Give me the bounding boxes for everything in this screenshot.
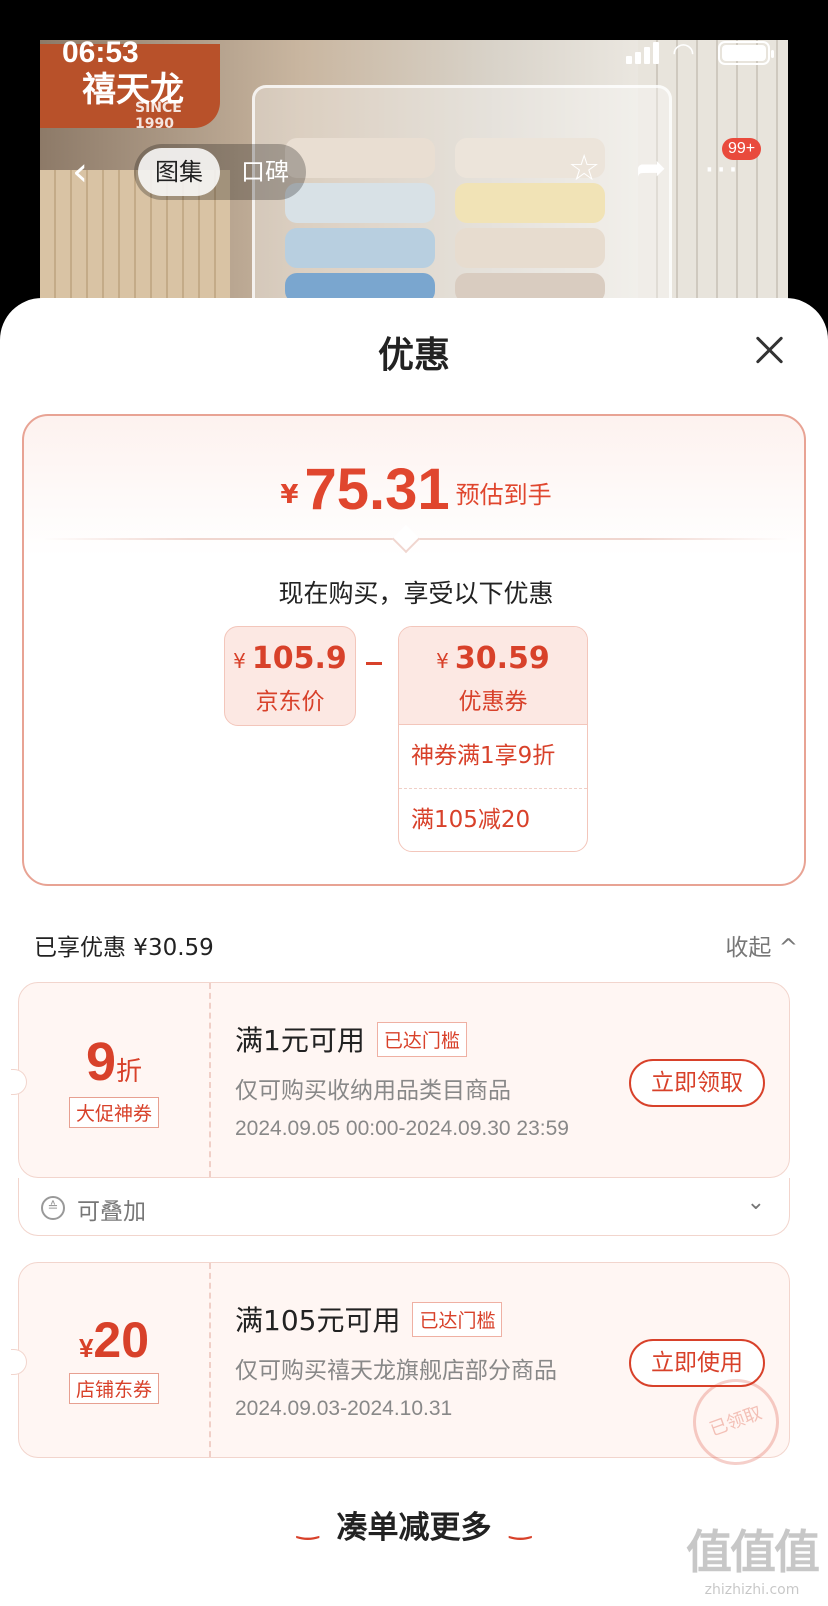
- sheet-title: 优惠: [377, 335, 450, 376]
- notification-badge: 99+: [722, 138, 762, 160]
- stack-icon: ≙: [41, 1196, 65, 1220]
- coupon-validity: 2024.09.05 00:00-2024.09.30 23:59: [235, 1117, 569, 1140]
- coupon-card-discount: 9折 大促神券 满1元可用 已达门槛 仅可购买收纳用品类目商品 2024.09.0…: [11, 982, 790, 1178]
- collapse-label: 收起: [725, 935, 772, 961]
- coupon-total-label: 优惠券: [458, 689, 528, 715]
- smile-icon: ‿: [296, 1511, 319, 1541]
- coupon-amount-block: 9折 大促神券: [19, 983, 209, 1177]
- signal-icon: [626, 42, 660, 64]
- final-price-value: 75.31: [304, 457, 450, 522]
- coupon-total-value: 30.59: [454, 641, 550, 676]
- smile-icon: ‿: [509, 1511, 532, 1541]
- coupon-scope: 仅可购买收纳用品类目商品: [235, 1078, 511, 1104]
- status-time: 06:53: [62, 36, 139, 69]
- coupon-amount-unit: 折: [116, 1056, 143, 1086]
- threshold-reached-badge: 已达门槛: [376, 1022, 467, 1057]
- coupon-amount: 20: [93, 1312, 150, 1368]
- jd-price-box: ¥105.9 京东价: [224, 626, 356, 726]
- coupon-scope: 仅可购买禧天龙旗舰店部分商品: [235, 1358, 557, 1384]
- share-icon[interactable]: ➦: [636, 148, 666, 189]
- coupon-detail-item: 满105减20: [399, 788, 587, 851]
- buy-now-text: 现在购买，享受以下优惠: [278, 579, 554, 608]
- coupon-total-box: ¥30.59 优惠券 神券满1享9折 满105减20: [398, 626, 588, 852]
- battery-icon: [718, 41, 774, 65]
- coupon-validity: 2024.09.03-2024.10.31: [235, 1397, 453, 1420]
- jd-price-value: 105.9: [251, 641, 347, 676]
- coupon-amount-prefix: ¥: [78, 1333, 94, 1363]
- final-price-label: 预估到手: [455, 481, 552, 509]
- site-watermark: 值值值 zhizhizhi.com: [686, 1525, 820, 1598]
- chevron-up-icon: ^: [771, 935, 798, 961]
- chevron-down-icon: ⌄: [746, 1190, 765, 1215]
- jd-price-label: 京东价: [255, 689, 325, 715]
- status-bar: 06:53 ◠: [0, 30, 828, 76]
- coupon-card-store: ¥20 店铺东券 满105元可用 已达门槛 仅可购买禧天龙旗舰店部分商品 2024…: [11, 1262, 792, 1478]
- close-icon[interactable]: [754, 334, 786, 366]
- claim-now-button[interactable]: 立即领取: [629, 1059, 765, 1107]
- favorite-star-icon[interactable]: ☆: [568, 148, 600, 189]
- estimated-price: ¥75.31 预估到手: [24, 456, 808, 523]
- coupon-condition: 满1元可用 已达门槛: [235, 1019, 467, 1059]
- price-summary-card: ¥75.31 预估到手 现在购买，享受以下优惠 ¥105.9 京东价 ¥30.59…: [22, 414, 806, 886]
- coupon-amount-block: ¥20 店铺东券: [19, 1263, 209, 1457]
- stackable-row[interactable]: ≙ 可叠加 ⌄: [18, 1178, 790, 1236]
- stackable-label: 可叠加: [77, 1199, 146, 1225]
- media-tab-switch: 图集 口碑: [134, 144, 306, 200]
- collapse-toggle[interactable]: 收起 ^: [725, 928, 798, 962]
- coupon-condition: 满105元可用 已达门槛: [235, 1299, 503, 1339]
- threshold-reached-badge: 已达门槛: [412, 1302, 503, 1337]
- tab-gallery[interactable]: 图集: [138, 148, 220, 196]
- currency-symbol: ¥: [280, 480, 299, 510]
- wifi-icon: ◠: [672, 38, 695, 68]
- coupon-type-tag: 大促神券: [68, 1097, 159, 1128]
- discount-sheet: 优惠 ¥75.31 预估到手 现在购买，享受以下优惠 ¥105.9 京东价 ¥30…: [0, 298, 828, 1606]
- tab-reviews[interactable]: 口碑: [230, 148, 300, 196]
- coupon-type-tag: 店铺东券: [68, 1373, 159, 1404]
- more-deals-label: 凑单减更多: [336, 1510, 492, 1546]
- coupon-detail-item: 神券满1享9折: [411, 743, 556, 769]
- enjoyed-discount-label: 已享优惠 ¥30.59: [34, 935, 214, 961]
- back-icon[interactable]: ‹: [72, 152, 88, 192]
- divider-arrow: [391, 524, 421, 554]
- minus-sign: [366, 662, 382, 665]
- coupon-amount: 9: [85, 1032, 117, 1092]
